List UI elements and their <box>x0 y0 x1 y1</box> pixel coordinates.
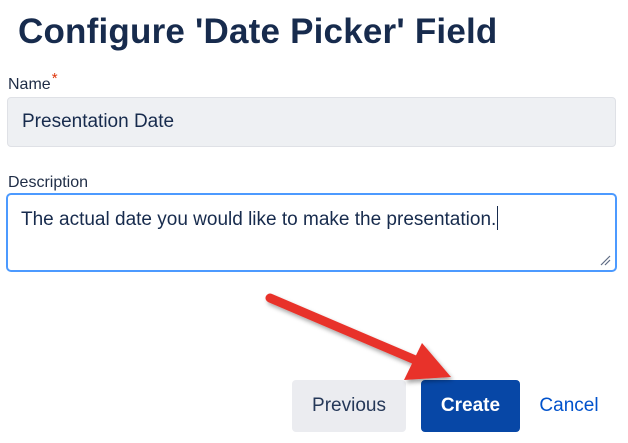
required-mark: * <box>51 69 58 87</box>
description-textarea[interactable]: The actual date you would like to make t… <box>6 193 617 272</box>
name-label: Name* <box>8 71 58 94</box>
cancel-button[interactable]: Cancel <box>528 380 610 432</box>
name-label-text: Name <box>8 76 51 93</box>
previous-button[interactable]: Previous <box>292 380 406 432</box>
configure-field-dialog: Configure 'Date Picker' Field Name* Pres… <box>0 0 628 443</box>
create-button[interactable]: Create <box>421 380 520 432</box>
resize-handle-icon[interactable] <box>599 254 611 266</box>
dialog-title: Configure 'Date Picker' Field <box>18 12 498 51</box>
text-caret <box>497 206 499 230</box>
description-value: The actual date you would like to make t… <box>21 209 497 230</box>
description-label: Description <box>8 174 89 191</box>
name-field[interactable]: Presentation Date <box>7 97 616 147</box>
name-field-value: Presentation Date <box>22 111 175 132</box>
